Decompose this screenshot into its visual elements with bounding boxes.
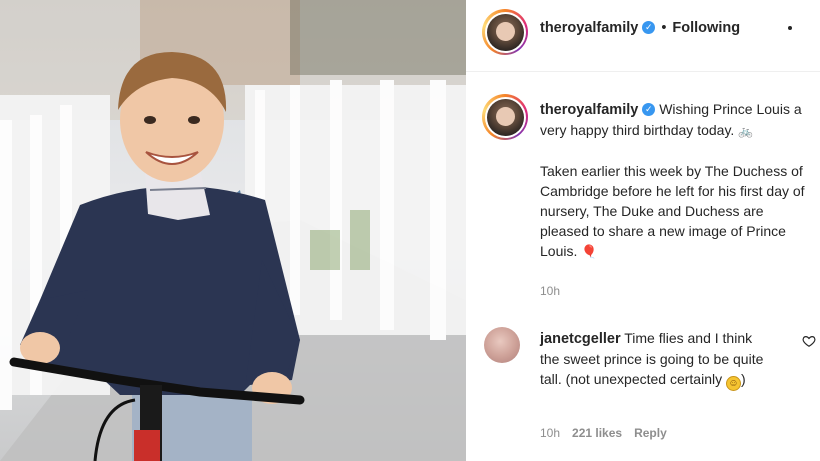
post-header: theroyalfamily ✓ • Following <box>466 0 820 72</box>
caption-timestamp[interactable]: 10h <box>540 284 560 298</box>
commenter-avatar[interactable] <box>484 327 520 363</box>
verified-check-icon: ✓ <box>642 20 656 34</box>
author-username[interactable]: theroyalfamily <box>540 20 638 36</box>
commenter-username[interactable]: janetcgeller <box>540 331 621 347</box>
caption-text: theroyalfamily ✓ Wishing Prince Louis a v… <box>540 99 812 282</box>
following-button[interactable]: Following <box>672 20 740 36</box>
header-text: theroyalfamily ✓ • Following <box>540 20 740 36</box>
post-sidebar: theroyalfamily ✓ • Following theroyalfamily… <box>466 0 820 461</box>
smile-emoji-icon: ☺ <box>726 376 741 391</box>
caption-paragraph2: Taken earlier this week by The Duchess o… <box>540 163 805 259</box>
header-separator: • <box>661 20 667 36</box>
comment-likes[interactable]: 221 likes <box>572 426 622 440</box>
comment-timestamp[interactable]: 10h <box>540 426 560 440</box>
verified-check-icon: ✓ <box>642 102 656 116</box>
caption-author-avatar[interactable] <box>482 94 528 140</box>
reply-button[interactable]: Reply <box>634 426 667 440</box>
caption-username[interactable]: theroyalfamily <box>540 102 638 118</box>
photo-boy-on-bicycle <box>0 0 466 461</box>
author-avatar[interactable] <box>482 9 528 55</box>
comment-meta: 10h 221 likes Reply <box>540 426 679 440</box>
heart-icon[interactable] <box>802 334 816 348</box>
comment: janetcgeller Time flies and I think the … <box>540 328 772 391</box>
more-options-icon[interactable] <box>788 26 792 30</box>
comment-closing: ) <box>741 371 746 387</box>
bicycle-emoji-icon: 🚲 <box>738 124 754 138</box>
post-photo[interactable] <box>0 0 466 461</box>
balloon-emoji-icon: 🎈 <box>581 244 598 259</box>
